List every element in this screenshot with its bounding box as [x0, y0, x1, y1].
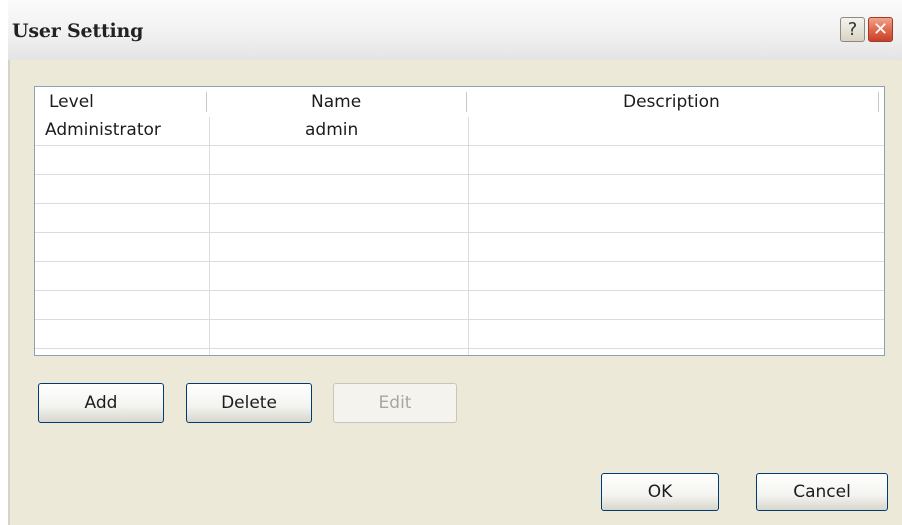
help-icon: ? — [847, 19, 858, 40]
user-setting-dialog: User Setting ? ✕ Level Name Description … — [0, 0, 902, 525]
table-row-empty[interactable] — [35, 146, 884, 175]
ok-button[interactable]: OK — [601, 473, 719, 511]
delete-button[interactable]: Delete — [186, 383, 312, 423]
add-button[interactable]: Add — [38, 383, 164, 423]
edit-button-label: Edit — [378, 393, 412, 413]
table-row[interactable]: Administrator admin — [35, 117, 884, 146]
cell-level: Administrator — [45, 120, 161, 140]
table-row-empty[interactable] — [35, 320, 884, 349]
close-icon: ✕ — [872, 19, 889, 40]
add-button-label: Add — [84, 393, 118, 413]
table-row-empty[interactable] — [35, 291, 884, 320]
table-row-empty[interactable] — [35, 204, 884, 233]
column-divider[interactable] — [878, 92, 879, 112]
ok-button-label: OK — [647, 482, 673, 502]
column-divider[interactable] — [206, 92, 207, 112]
delete-button-label: Delete — [221, 393, 277, 413]
table-row-empty[interactable] — [35, 262, 884, 291]
close-button[interactable]: ✕ — [868, 17, 893, 42]
cancel-button-label: Cancel — [793, 482, 851, 502]
column-header-level[interactable]: Level — [49, 87, 94, 117]
cell-name: admin — [305, 120, 359, 140]
window-title: User Setting — [12, 20, 144, 42]
table-header: Level Name Description — [35, 87, 884, 117]
window-left-edge — [0, 0, 8, 525]
help-button[interactable]: ? — [840, 17, 865, 42]
column-header-name[interactable]: Name — [311, 87, 361, 117]
column-divider[interactable] — [466, 92, 467, 112]
grid-divider — [209, 117, 210, 355]
title-bar[interactable]: User Setting ? ✕ — [0, 0, 902, 61]
column-header-description[interactable]: Description — [623, 87, 720, 117]
cancel-button[interactable]: Cancel — [756, 473, 888, 511]
grid-divider — [468, 117, 469, 355]
table-row-empty[interactable] — [35, 175, 884, 204]
table-row-empty[interactable] — [35, 233, 884, 262]
edit-button[interactable]: Edit — [333, 383, 457, 423]
user-table[interactable]: Level Name Description Administrator adm… — [34, 86, 885, 356]
